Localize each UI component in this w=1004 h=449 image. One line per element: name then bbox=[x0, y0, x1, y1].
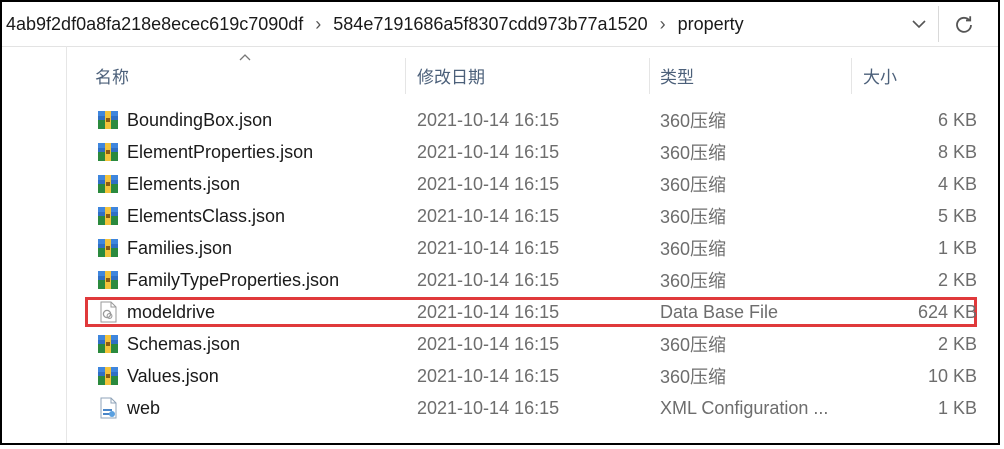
file-row[interactable]: Values.json 2021-10-14 16:15 360压缩 10 KB bbox=[67, 360, 998, 392]
column-header-date[interactable]: 修改日期 bbox=[417, 52, 647, 98]
file-name: ElementProperties.json bbox=[127, 141, 314, 162]
address-bar[interactable]: 4ab9f2df0a8fa218e8ecec619c7090df › 584e7… bbox=[2, 2, 998, 47]
column-divider[interactable] bbox=[851, 58, 852, 94]
file-date: 2021-10-14 16:15 bbox=[417, 397, 560, 418]
xml-config-icon bbox=[96, 396, 120, 420]
file-row[interactable]: ElementsClass.json 2021-10-14 16:15 360压缩 5… bbox=[67, 200, 998, 232]
column-divider[interactable] bbox=[405, 58, 406, 94]
file-size: 624 KB bbox=[917, 301, 977, 322]
breadcrumb-item[interactable]: property bbox=[676, 14, 746, 35]
chevron-right-icon[interactable]: › bbox=[305, 14, 331, 35]
file-row[interactable]: web 2021-10-14 16:15 XML Configuration ...… bbox=[67, 392, 998, 424]
file-row[interactable]: Schemas.json 2021-10-14 16:15 360压缩 2 KB bbox=[67, 328, 998, 360]
file-type: XML Configuration ... bbox=[660, 397, 829, 418]
file-name: Families.json bbox=[127, 237, 233, 258]
file-type: 360压缩 bbox=[660, 143, 727, 163]
file-date: 2021-10-14 16:15 bbox=[417, 173, 560, 194]
breadcrumb: 4ab9f2df0a8fa218e8ecec619c7090df › 584e7… bbox=[4, 2, 900, 46]
explorer-window: 4ab9f2df0a8fa218e8ecec619c7090df › 584e7… bbox=[0, 0, 1000, 445]
file-type: 360压缩 bbox=[660, 111, 727, 131]
file-size: 2 KB bbox=[937, 333, 977, 354]
archive-icon bbox=[96, 140, 120, 164]
archive-icon bbox=[96, 172, 120, 196]
file-row[interactable]: Families.json 2021-10-14 16:15 360压缩 1 KB bbox=[67, 232, 998, 264]
file-row[interactable]: modeldrive 2021-10-14 16:15 Data Base File… bbox=[67, 296, 998, 328]
archive-icon bbox=[96, 268, 120, 292]
file-date: 2021-10-14 16:15 bbox=[417, 333, 560, 354]
file-row[interactable]: Elements.json 2021-10-14 16:15 360压缩 4 KB bbox=[67, 168, 998, 200]
file-size: 8 KB bbox=[937, 141, 977, 162]
column-header-type[interactable]: 类型 bbox=[660, 52, 850, 98]
file-date: 2021-10-14 16:15 bbox=[417, 301, 560, 322]
file-size: 5 KB bbox=[937, 205, 977, 226]
file-name: ElementsClass.json bbox=[127, 205, 286, 226]
refresh-button[interactable] bbox=[942, 2, 986, 46]
file-size: 10 KB bbox=[927, 365, 977, 386]
file-name: BoundingBox.json bbox=[127, 109, 273, 130]
file-type: 360压缩 bbox=[660, 239, 727, 259]
column-divider[interactable] bbox=[649, 58, 650, 94]
file-type: Data Base File bbox=[660, 301, 779, 322]
file-type: 360压缩 bbox=[660, 367, 727, 387]
file-type: 360压缩 bbox=[660, 271, 727, 291]
file-date: 2021-10-14 16:15 bbox=[417, 205, 560, 226]
file-size: 1 KB bbox=[937, 237, 977, 258]
database-file-icon bbox=[96, 300, 120, 324]
file-size: 1 KB bbox=[937, 397, 977, 418]
file-size: 2 KB bbox=[937, 269, 977, 290]
sort-ascending-icon bbox=[239, 48, 251, 64]
file-name: web bbox=[127, 397, 161, 418]
file-type: 360压缩 bbox=[660, 335, 727, 355]
file-type: 360压缩 bbox=[660, 207, 727, 227]
file-name: FamilyTypeProperties.json bbox=[127, 269, 340, 290]
file-row[interactable]: ElementProperties.json 2021-10-14 16:15 36… bbox=[67, 136, 998, 168]
breadcrumb-item[interactable]: 584e7191686a5f8307cdd973b77a1520 bbox=[331, 14, 649, 35]
file-date: 2021-10-14 16:15 bbox=[417, 109, 560, 130]
file-name: Schemas.json bbox=[127, 333, 241, 354]
file-date: 2021-10-14 16:15 bbox=[417, 237, 560, 258]
file-name: Values.json bbox=[127, 365, 219, 386]
column-header: 名称 修改日期 类型 大小 bbox=[67, 52, 998, 100]
archive-icon bbox=[96, 332, 120, 356]
file-name: Elements.json bbox=[127, 173, 241, 194]
archive-icon bbox=[96, 236, 120, 260]
archive-icon bbox=[96, 108, 120, 132]
archive-icon bbox=[96, 364, 120, 388]
archive-icon bbox=[96, 204, 120, 228]
refresh-icon bbox=[956, 16, 972, 33]
file-row[interactable]: FamilyTypeProperties.json 2021-10-14 16:1… bbox=[67, 264, 998, 296]
breadcrumb-item[interactable]: 4ab9f2df0a8fa218e8ecec619c7090df bbox=[4, 14, 305, 35]
file-size: 4 KB bbox=[937, 173, 977, 194]
file-name: modeldrive bbox=[127, 301, 216, 322]
file-size: 6 KB bbox=[937, 109, 977, 130]
file-date: 2021-10-14 16:15 bbox=[417, 269, 560, 290]
chevron-down-icon[interactable] bbox=[902, 2, 936, 46]
divider bbox=[938, 6, 939, 42]
file-date: 2021-10-14 16:15 bbox=[417, 141, 560, 162]
file-date: 2021-10-14 16:15 bbox=[417, 365, 560, 386]
chevron-right-icon[interactable]: › bbox=[650, 14, 676, 35]
column-header-size[interactable]: 大小 bbox=[863, 52, 983, 98]
file-type: 360压缩 bbox=[660, 175, 727, 195]
file-row[interactable]: BoundingBox.json 2021-10-14 16:15 360压缩 6 K… bbox=[67, 104, 998, 136]
